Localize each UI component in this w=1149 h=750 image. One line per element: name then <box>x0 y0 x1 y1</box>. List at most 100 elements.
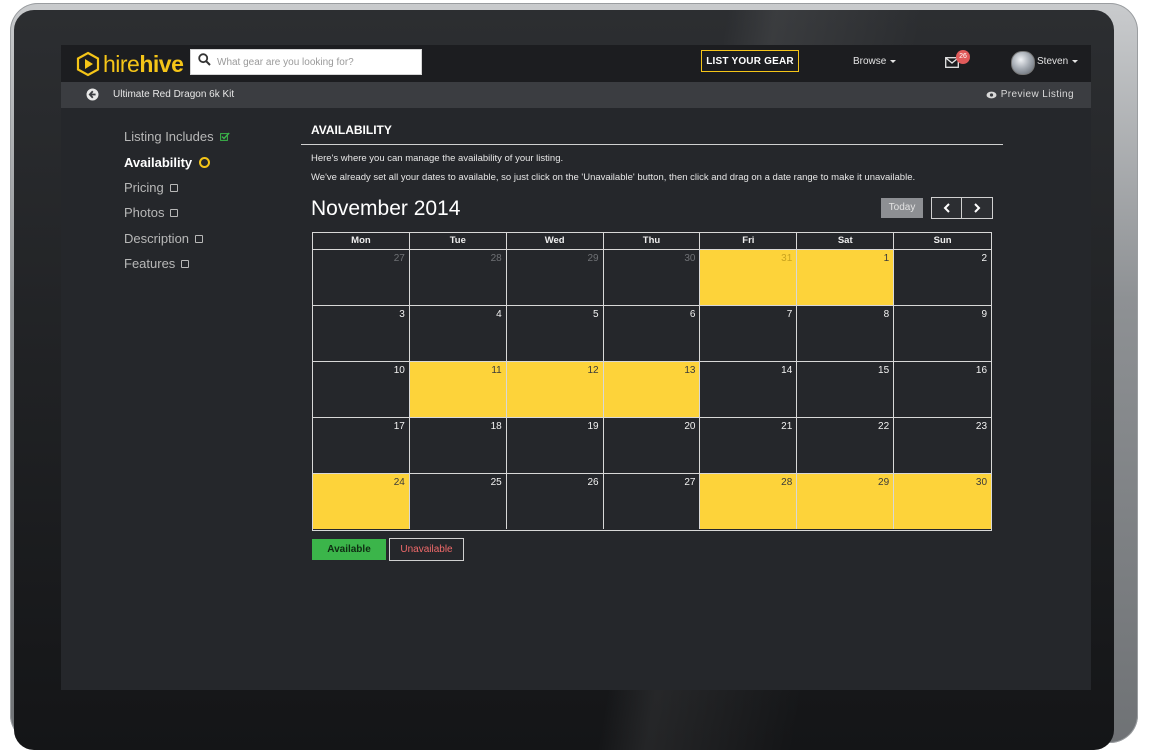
calendar-day-cell[interactable]: 14 <box>700 362 798 417</box>
preview-listing-label: Preview Listing <box>1000 89 1074 100</box>
calendar-day-cell[interactable]: 16 <box>894 362 992 417</box>
calendar-day-cell[interactable]: 28 <box>700 474 798 529</box>
today-button[interactable]: Today <box>881 198 923 218</box>
back-arrow-icon[interactable] <box>86 88 99 106</box>
preview-listing-link[interactable]: Preview Listing <box>986 89 1074 100</box>
calendar-day-cell[interactable]: 2 <box>894 250 992 305</box>
day-number: 27 <box>393 253 405 264</box>
calendar-day-cell[interactable]: 15 <box>797 362 895 417</box>
checkbox-checked-icon <box>219 129 230 144</box>
day-number: 12 <box>587 365 599 376</box>
sidebar-item-availability[interactable]: Availability <box>124 155 211 170</box>
calendar-day-cell[interactable]: 27 <box>603 474 701 529</box>
calendar-day-cell[interactable]: 29 <box>797 474 895 529</box>
calendar-day-cell[interactable]: 12 <box>506 362 604 417</box>
day-number: 30 <box>975 477 988 488</box>
weekday-label: Wed <box>507 233 604 249</box>
browse-label: Browse <box>853 56 887 67</box>
calendar-day-cell[interactable]: 6 <box>603 306 701 361</box>
search-box[interactable] <box>190 49 422 75</box>
calendar-day-cell[interactable]: 30 <box>603 250 701 305</box>
chevron-down-icon <box>1072 59 1079 63</box>
browse-menu[interactable]: Browse <box>853 56 897 67</box>
sidebar-item-pricing[interactable]: Pricing <box>124 180 178 195</box>
calendar-day-cell[interactable]: 26 <box>506 474 604 529</box>
calendar-day-cell[interactable]: 27 <box>313 250 410 305</box>
available-button[interactable]: Available <box>312 539 386 560</box>
day-number: 27 <box>684 477 696 488</box>
day-number: 22 <box>878 421 890 432</box>
page-title: AVAILABILITY <box>311 123 392 137</box>
calendar-day-cell[interactable]: 11 <box>409 362 507 417</box>
calendar-day-cell[interactable]: 20 <box>603 418 701 473</box>
search-input[interactable] <box>217 56 412 68</box>
calendar-day-cell[interactable]: 28 <box>409 250 507 305</box>
chevron-left-icon <box>943 203 950 213</box>
weekday-label: Sun <box>933 235 952 246</box>
calendar-day-cell[interactable]: 21 <box>700 418 798 473</box>
day-number: 2 <box>981 253 988 264</box>
calendar-day-cell[interactable]: 30 <box>894 474 992 529</box>
day-number: 1 <box>883 253 890 264</box>
calendar-day-cell[interactable]: 31 <box>700 250 798 305</box>
prev-month-button[interactable] <box>931 197 963 219</box>
hirehive-logo[interactable]: hire hive <box>75 49 184 79</box>
notification-badge: 26 <box>956 50 970 64</box>
calendar-week-row: 17 18 19 20 21 22 23 <box>313 417 992 473</box>
intro-text: Here's where you can manage the availabi… <box>311 153 564 164</box>
weekday-label: Tue <box>410 233 507 249</box>
day-number: 9 <box>981 309 988 320</box>
weekday-label: Thu <box>604 233 701 249</box>
unavailable-button[interactable]: Unavailable <box>389 538 464 561</box>
chevron-right-icon <box>974 203 981 213</box>
availability-calendar: Mon Tue Wed Thu Fri Sat Sun 27 28 29 30 31 1 2… <box>312 232 992 531</box>
sidebar-item-label: Listing Includes <box>124 129 214 144</box>
calendar-day-cell[interactable]: 17 <box>313 418 410 473</box>
calendar-day-cell[interactable]: 13 <box>603 362 701 417</box>
calendar-day-cell[interactable]: 19 <box>506 418 604 473</box>
sidebar-item-features[interactable]: Features <box>124 256 190 271</box>
instructions-text: We've already set all your dates to avai… <box>311 172 916 183</box>
day-number: 21 <box>781 421 793 432</box>
day-number: 29 <box>878 477 890 488</box>
calendar-day-cell[interactable]: 9 <box>894 306 992 361</box>
sidebar-item-photos[interactable]: Photos <box>124 205 179 220</box>
divider <box>301 144 1003 145</box>
day-number: 26 <box>587 477 599 488</box>
day-number: 20 <box>684 421 696 432</box>
day-number: 28 <box>490 253 502 264</box>
logo-icon <box>76 51 100 77</box>
calendar-grid: 27 28 29 30 31 1 2 3 4 5 6 7 8 9 10 11 12 13 14 15 16 17 18 19 2… <box>313 249 992 529</box>
avatar[interactable] <box>1011 51 1035 75</box>
calendar-day-cell[interactable]: 25 <box>409 474 507 529</box>
calendar-week-row: 10 11 12 13 14 15 16 <box>313 361 992 417</box>
calendar-day-cell[interactable]: 29 <box>506 250 604 305</box>
calendar-day-cell[interactable]: 10 <box>313 362 410 417</box>
top-navbar: hirehive LIST YOUR GEAR Browse 26 Steven <box>61 45 1091 82</box>
list-your-gear-button[interactable]: LIST YOUR GEAR <box>701 50 799 72</box>
calendar-day-cell[interactable]: 4 <box>409 306 507 361</box>
listing-subbar: Ultimate Red Dragon 6k Kit Preview Listi… <box>61 82 1091 108</box>
weekday-label: Sat <box>797 233 895 249</box>
calendar-day-cell[interactable]: 5 <box>506 306 604 361</box>
calendar-day-cell[interactable]: 1 <box>797 250 895 305</box>
sidebar-item-listing-includes[interactable]: Listing Includes <box>124 129 230 144</box>
sidebar-item-description[interactable]: Description <box>124 231 204 246</box>
calendar-day-cell[interactable]: 3 <box>313 306 410 361</box>
calendar-week-row: 27 28 29 30 31 1 2 <box>313 249 992 305</box>
sidebar-item-label: Features <box>124 256 176 271</box>
calendar-day-cell[interactable]: 7 <box>700 306 798 361</box>
calendar-day-cell[interactable]: 23 <box>894 418 992 473</box>
day-number: 4 <box>496 309 502 320</box>
calendar-day-cell[interactable]: 8 <box>797 306 895 361</box>
calendar-week-row: 3 4 5 6 7 8 9 <box>313 305 992 361</box>
calendar-day-cell[interactable]: 24 <box>313 474 410 529</box>
calendar-day-cell[interactable]: 18 <box>409 418 507 473</box>
search-icon[interactable] <box>191 53 217 71</box>
checkbox-empty-icon <box>169 183 178 192</box>
day-number: 6 <box>689 309 696 320</box>
next-month-button[interactable] <box>961 197 993 219</box>
user-menu[interactable]: Steven <box>1037 56 1079 67</box>
calendar-day-cell[interactable]: 22 <box>797 418 895 473</box>
weekday-label: Fri <box>700 233 798 249</box>
